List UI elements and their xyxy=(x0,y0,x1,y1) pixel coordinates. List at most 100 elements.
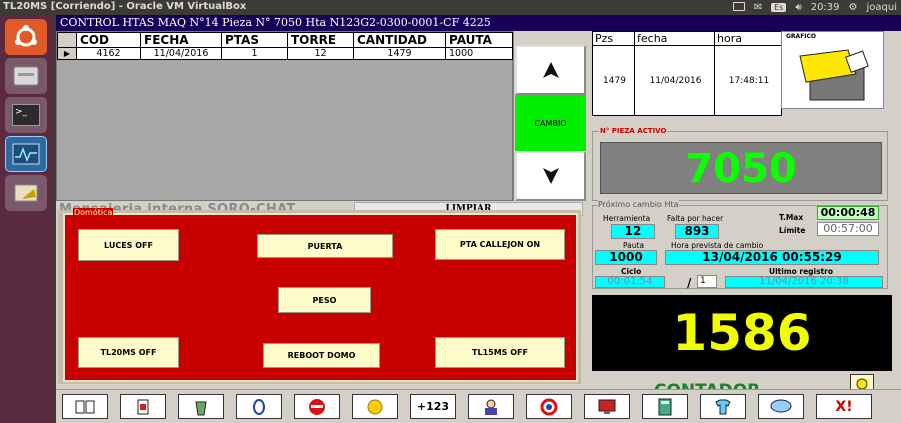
tmax-label: T.Max xyxy=(779,213,804,222)
divisor: / xyxy=(687,276,692,290)
keyboard-layout-indicator[interactable]: Es xyxy=(771,3,787,12)
tl15ms-off-button[interactable]: TL15MS OFF xyxy=(435,337,565,368)
settings-gear-icon[interactable]: ⚙ xyxy=(849,2,858,13)
peso-button[interactable]: PESO xyxy=(278,287,371,313)
hora-prevista-label: Hora prevista de cambio xyxy=(671,241,764,250)
reboot-domo-button[interactable]: REBOOT DOMO xyxy=(263,343,380,368)
tools-icon[interactable] xyxy=(468,394,514,419)
file-manager-icon[interactable] xyxy=(5,58,47,94)
domotica-label: Domótica xyxy=(73,208,114,217)
number-input-button[interactable]: +123 xyxy=(410,394,456,419)
proximo-cambio-group: Próximo cambio Hta Herramienta 12 Falta … xyxy=(592,200,888,290)
system-monitor-icon[interactable] xyxy=(5,136,47,172)
recent-pieces-table[interactable]: Pzs fecha hora 1479 11/04/2016 17:48:11 xyxy=(592,31,782,116)
column-header-ptas[interactable]: PTAS xyxy=(221,32,288,48)
tmax-value: 00:00:48 xyxy=(817,206,879,220)
volume-icon[interactable]: 🔊︎ xyxy=(795,2,801,13)
column-header-cantidad[interactable]: CANTIDAD xyxy=(353,32,446,48)
window-title: TL20MS [Corriendo] - Oracle VM VirtualBo… xyxy=(3,1,247,12)
cell-fecha[interactable]: 11/04/2016 xyxy=(140,47,222,60)
limite-value: 00:57:00 xyxy=(817,222,879,236)
arrow-up-icon xyxy=(542,62,559,78)
cell-pzs[interactable]: 1479 xyxy=(592,45,635,116)
display-icon[interactable] xyxy=(732,1,745,14)
launcher: >_ xyxy=(0,15,54,423)
column-header-cod[interactable]: COD xyxy=(76,32,141,48)
ultimo-registro-label: Ultimo registro xyxy=(769,267,834,276)
pieza-activo-group: N° PIEZA ACTIVO 7050 xyxy=(592,127,888,201)
contador-display: 1586 xyxy=(592,295,892,371)
calculator-icon[interactable] xyxy=(642,394,688,419)
pieza-activo-value: 7050 xyxy=(600,142,882,194)
virtualbox-icon[interactable] xyxy=(5,175,47,211)
next-record-button[interactable] xyxy=(515,151,586,201)
domotica-group: Domótica LUCES OFF PUERTA PTA CALLEJON O… xyxy=(63,208,578,382)
sync-arrows-icon[interactable] xyxy=(526,394,572,419)
column-header-mini-fecha[interactable]: fecha xyxy=(634,31,715,46)
cell-hora[interactable]: 17:48:11 xyxy=(714,45,782,116)
row-pointer-icon: ▶ xyxy=(57,47,77,60)
table-row[interactable]: ▶ 4162 11/04/2016 1 12 1479 1000 xyxy=(57,47,513,60)
falta-por-hacer-value: 893 xyxy=(675,224,719,239)
column-header-fecha[interactable]: FECHA xyxy=(140,32,222,48)
terminal-icon[interactable]: >_ xyxy=(5,97,47,133)
book-icon[interactable] xyxy=(62,394,108,419)
hora-prevista-value: 13/04/2016 00:55:29 xyxy=(665,250,879,265)
column-header-hora[interactable]: hora xyxy=(714,31,782,46)
luces-off-button[interactable]: LUCES OFF xyxy=(78,229,179,261)
user-name[interactable]: joaqui xyxy=(867,2,898,13)
mail-icon[interactable]: ✉ xyxy=(754,2,762,13)
clock[interactable]: 20:39 xyxy=(811,2,840,13)
cell-pauta[interactable]: 1000 xyxy=(445,47,513,60)
column-header-pauta[interactable]: PAUTA xyxy=(445,32,513,48)
column-header-pzs[interactable]: Pzs xyxy=(592,31,635,46)
pieza-activo-label: N° PIEZA ACTIVO xyxy=(599,127,668,135)
row-selector-header xyxy=(57,32,77,48)
pta-callejon-on-button[interactable]: PTA CALLEJON ON xyxy=(435,229,565,260)
cell-cantidad[interactable]: 1479 xyxy=(353,47,446,60)
column-header-torre[interactable]: TORRE xyxy=(287,32,354,48)
arrow-down-icon xyxy=(542,168,559,184)
limite-label: Límite xyxy=(779,226,806,235)
red-ball-icon[interactable] xyxy=(294,394,340,419)
previous-record-button[interactable] xyxy=(515,45,586,95)
pauta-value: 1000 xyxy=(595,250,657,265)
tool-history-table[interactable]: COD FECHA PTAS TORRE CANTIDAD PAUTA ▶ 41… xyxy=(56,31,513,201)
right-panel: Pzs fecha hora 1479 11/04/2016 17:48:11 … xyxy=(586,31,901,401)
document-icon[interactable] xyxy=(120,394,166,419)
cell-ptas[interactable]: 1 xyxy=(221,47,288,60)
cell-torre[interactable]: 12 xyxy=(287,47,354,60)
os-top-bar: TL20MS [Corriendo] - Oracle VM VirtualBo… xyxy=(0,0,901,15)
falta-por-hacer-label: Falta por hacer xyxy=(667,214,724,223)
folder-bin-icon xyxy=(799,49,869,101)
herramienta-label: Herramienta xyxy=(603,214,651,223)
tl20ms-off-button[interactable]: TL20MS OFF xyxy=(78,337,179,368)
proximo-cambio-label: Próximo cambio Hta xyxy=(598,200,679,209)
globe-icon[interactable] xyxy=(352,394,398,419)
ciclo-value: 00:01:54 xyxy=(595,276,665,288)
ultimo-registro-value: 11/04/2016 20:38 xyxy=(725,276,883,288)
app-title-bar: CONTROL HTAS MAQ N°14 Pieza N° 7050 Hta … xyxy=(56,15,901,31)
cambio-button[interactable]: CAMBIO xyxy=(515,95,586,152)
chat-bubble-icon[interactable] xyxy=(758,394,804,419)
cell-cod[interactable]: 4162 xyxy=(76,47,141,60)
small-input-field[interactable]: 1 xyxy=(697,275,717,288)
grafico-label: GRAFICO xyxy=(786,33,817,40)
exit-button[interactable]: X! xyxy=(816,394,872,419)
grafico-panel[interactable]: GRAFICO xyxy=(781,31,884,109)
herramienta-value: 12 xyxy=(611,224,655,239)
navigation-panel: CAMBIO xyxy=(513,31,586,201)
monitor-icon[interactable] xyxy=(584,394,630,419)
domotica-panel: Domótica LUCES OFF PUERTA PTA CALLEJON O… xyxy=(58,208,581,384)
system-tray: ✉ Es 🔊︎ 20:39 ⚙ joaqui xyxy=(732,0,901,15)
shirt-icon[interactable] xyxy=(700,394,746,419)
table-row[interactable]: 1479 11/04/2016 17:48:11 xyxy=(592,45,782,116)
puerta-button[interactable]: PUERTA xyxy=(257,234,393,258)
recycle-bin-icon[interactable] xyxy=(178,394,224,419)
zero-o-icon[interactable] xyxy=(236,394,282,419)
app-window: CONTROL HTAS MAQ N°14 Pieza N° 7050 Hta … xyxy=(56,15,901,423)
bottom-toolbar: +123 X! xyxy=(56,389,901,423)
cell-mini-fecha[interactable]: 11/04/2016 xyxy=(634,45,715,116)
pauta-label: Pauta xyxy=(623,241,645,250)
ubuntu-logo-icon[interactable] xyxy=(5,19,47,55)
